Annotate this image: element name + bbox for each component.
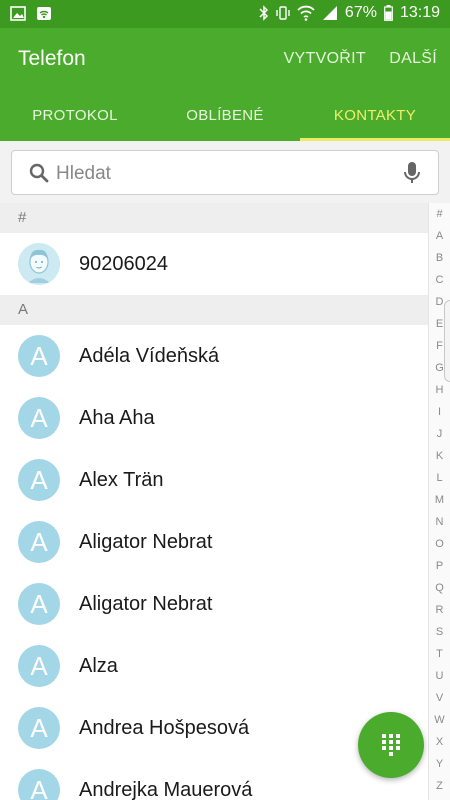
mic-icon[interactable] (403, 161, 421, 185)
contact-row[interactable]: 90206024 (0, 233, 428, 295)
index-letter[interactable]: V (429, 687, 450, 709)
index-letter[interactable]: N (429, 511, 450, 533)
battery-level: 67% (344, 4, 377, 21)
contact-row[interactable]: A Aligator Nebrat (0, 573, 428, 635)
index-letter[interactable]: A (429, 225, 450, 247)
index-letter[interactable]: H (429, 379, 450, 401)
dialpad-icon (382, 734, 400, 756)
bluetooth-icon (259, 5, 268, 21)
alphabet-index: # A B C D E F G H I J K L M N O P Q R S … (428, 203, 450, 800)
contact-name: Alza (79, 654, 118, 677)
contact-name: Adéla Vídeňská (79, 344, 220, 367)
contact-avatar: A (18, 769, 60, 800)
battery-icon (384, 5, 393, 21)
contact-name: Aligator Nebrat (79, 592, 213, 615)
clock: 13:19 (399, 4, 440, 21)
contact-row[interactable]: A Alex Trän (0, 449, 428, 511)
index-letter[interactable]: Q (429, 577, 450, 599)
index-letter[interactable]: T (429, 643, 450, 665)
contact-name: Aligator Nebrat (79, 530, 213, 553)
search-area: Hledat (0, 141, 450, 203)
gallery-notification-icon (10, 6, 26, 21)
index-letter[interactable]: # (429, 203, 450, 225)
contact-avatar: A (18, 521, 60, 563)
contact-row[interactable]: A Alza (0, 635, 428, 697)
contact-avatar: A (18, 459, 60, 501)
index-letter[interactable]: S (429, 621, 450, 643)
contact-row[interactable]: A Aha Aha (0, 387, 428, 449)
contact-avatar: A (18, 707, 60, 749)
dialpad-button[interactable] (358, 712, 424, 778)
index-letter[interactable]: X (429, 731, 450, 753)
contact-name: Alex Trän (79, 468, 164, 491)
index-letter[interactable]: K (429, 445, 450, 467)
index-letter[interactable]: Y (429, 753, 450, 775)
tab-oblibene[interactable]: OBLÍBENÉ (150, 90, 300, 141)
contact-avatar: A (18, 397, 60, 439)
index-letter[interactable]: M (429, 489, 450, 511)
section-header: A (0, 295, 428, 325)
tab-protokol[interactable]: PROTOKOL (0, 90, 150, 141)
index-letter[interactable]: J (429, 423, 450, 445)
search-input[interactable]: Hledat (11, 150, 439, 195)
section-header: # (0, 203, 428, 233)
contact-name: Aha Aha (79, 406, 155, 429)
index-letter[interactable]: R (429, 599, 450, 621)
edge-panel-handle[interactable] (444, 300, 450, 382)
index-letter[interactable]: U (429, 665, 450, 687)
index-letter[interactable]: B (429, 247, 450, 269)
index-letter[interactable]: I (429, 401, 450, 423)
status-bar: 67% 13:19 (0, 0, 450, 28)
wifi-notification-icon (37, 7, 51, 20)
index-letter[interactable]: P (429, 555, 450, 577)
index-letter[interactable]: Z (429, 775, 450, 797)
create-button[interactable]: VYTVOŘIT (284, 50, 366, 68)
contact-avatar: A (18, 583, 60, 625)
contact-avatar: A (18, 645, 60, 687)
contact-name: Andrejka Mauerová (79, 778, 253, 800)
wifi-signal-icon (297, 5, 315, 21)
contact-row[interactable]: A Adéla Vídeňská (0, 325, 428, 387)
search-placeholder: Hledat (56, 163, 111, 184)
index-letter[interactable]: O (429, 533, 450, 555)
face-avatar-icon (18, 243, 60, 285)
index-letter[interactable]: W (429, 709, 450, 731)
tab-kontakty[interactable]: KONTAKTY (300, 90, 450, 141)
more-button[interactable]: DALŠÍ (389, 50, 437, 68)
cell-signal-icon (322, 6, 337, 20)
contact-name: Andrea Hošpesová (79, 716, 250, 739)
contact-avatar: A (18, 335, 60, 377)
tab-bar: PROTOKOL OBLÍBENÉ KONTAKTY (0, 90, 450, 141)
contact-list: # 90206024 A A Adéla Vídeňská A Aha Aha … (0, 203, 428, 800)
app-bar: Telefon VYTVOŘIT DALŠÍ PROTOKOL OBLÍBENÉ… (0, 28, 450, 141)
contact-row[interactable]: A Aligator Nebrat (0, 511, 428, 573)
search-icon (29, 163, 49, 183)
contact-row[interactable]: A Andrejka Mauerová (0, 759, 428, 800)
app-title: Telefon (18, 47, 86, 70)
index-letter[interactable]: C (429, 269, 450, 291)
contact-name: 90206024 (79, 252, 168, 275)
index-letter[interactable]: L (429, 467, 450, 489)
vibrate-icon (276, 6, 290, 20)
